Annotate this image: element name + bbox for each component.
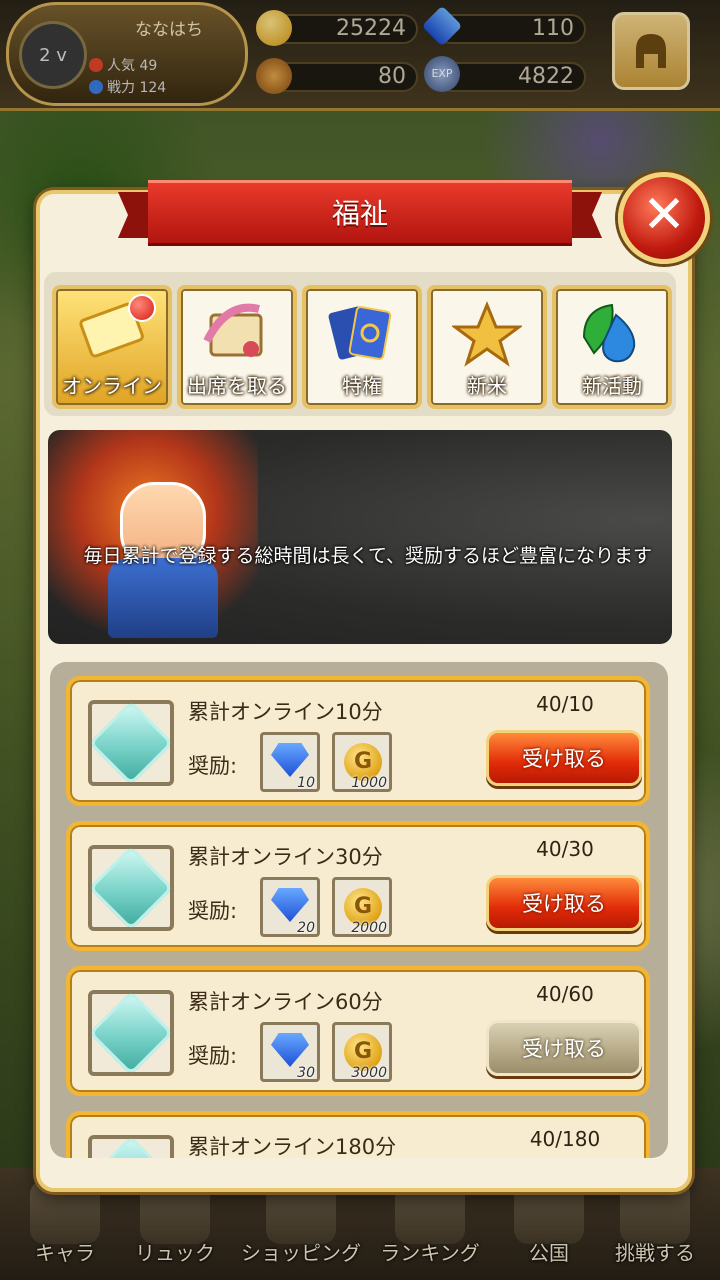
reward-title: 累計オンライン30分 <box>188 845 383 869</box>
reward-title: 累計オンライン60分 <box>188 990 383 1014</box>
reward-quantity: 20 <box>297 920 315 936</box>
reward-quantity: 30 <box>297 1065 315 1081</box>
modal-title-ribbon: 福祉 <box>118 180 602 246</box>
reward-progress: 40/60 <box>536 982 594 1006</box>
leaf-drop-icon <box>576 301 648 381</box>
reward-quantity: 10 <box>297 775 315 791</box>
crystal-cube-icon <box>88 700 174 786</box>
banner-description: 毎日累計で登録する総時間は長くて、奨励するほど豊富になります <box>83 545 652 567</box>
diamond-icon <box>271 888 309 922</box>
reward-label: 奨励: <box>188 1044 238 1068</box>
claim-button-disabled[interactable]: 受け取る <box>486 1020 642 1076</box>
tab-new-event-label: 新活動 <box>582 374 642 398</box>
tab-privilege-label: 特権 <box>342 374 382 398</box>
tab-privilege[interactable]: 特権 <box>302 285 422 409</box>
reward-progress: 40/30 <box>536 837 594 861</box>
reward-item-diamond[interactable]: 20 <box>260 877 320 937</box>
close-button[interactable]: ✕ <box>618 172 710 264</box>
reward-title: 累計オンライン180分 <box>188 1135 397 1158</box>
reward-card: 累計オンライン60分 奨励: 30 G 3000 40/60 受け取る <box>66 966 650 1096</box>
reward-label: 奨励: <box>188 899 238 923</box>
reward-quantity: 2000 <box>351 920 387 936</box>
reward-item-gold[interactable]: G 2000 <box>332 877 392 937</box>
reward-progress: 40/10 <box>536 692 594 716</box>
tab-new-event[interactable]: 新活動 <box>552 285 672 409</box>
tab-attendance-label: 出席を取る <box>187 374 287 398</box>
reward-item-gold[interactable]: G 1000 <box>332 732 392 792</box>
crystal-cube-icon <box>88 990 174 1076</box>
modal-title: 福祉 <box>331 197 388 230</box>
reward-quantity: 1000 <box>351 775 387 791</box>
reward-item-diamond[interactable]: 30 <box>260 1022 320 1082</box>
reward-card: 累計オンライン10分 奨励: 10 G 1000 40/10 受け取る <box>66 676 650 806</box>
diamond-icon <box>271 1033 309 1067</box>
hero-character-illustration <box>48 430 258 644</box>
reward-card: 累計オンライン180分 40/180 <box>66 1111 650 1158</box>
reward-item-diamond[interactable]: 10 <box>260 732 320 792</box>
reward-label: 奨励: <box>188 754 238 778</box>
crystal-cube-icon <box>88 1135 174 1158</box>
diamond-icon <box>271 743 309 777</box>
crown-cards-icon <box>327 301 397 379</box>
reward-list[interactable]: 累計オンライン10分 奨励: 10 G 1000 40/10 受け取る 累計オン… <box>50 662 668 1158</box>
tab-online-label: オンライン <box>62 374 162 398</box>
reward-chest-thumb <box>88 700 174 786</box>
tab-newbie-label: 新米 <box>467 374 507 398</box>
close-icon: ✕ <box>642 185 686 245</box>
crystal-cube-icon <box>88 845 174 931</box>
reward-title: 累計オンライン10分 <box>188 700 383 724</box>
reward-chest-thumb <box>88 845 174 931</box>
scroll-quill-icon <box>197 301 277 379</box>
online-info-banner: 毎日累計で登録する総時間は長くて、奨励するほど豊富になります <box>48 430 672 644</box>
claim-button[interactable]: 受け取る <box>486 730 642 786</box>
tab-newbie[interactable]: 新米 <box>427 285 547 409</box>
claim-button[interactable]: 受け取る <box>486 875 642 931</box>
reward-quantity: 3000 <box>351 1065 387 1081</box>
tab-attendance[interactable]: 出席を取る <box>177 285 297 409</box>
reward-chest-thumb <box>88 1135 174 1158</box>
reward-item-gold[interactable]: G 3000 <box>332 1022 392 1082</box>
gold-star-icon <box>450 301 524 381</box>
reward-chest-thumb <box>88 990 174 1076</box>
notification-badge <box>128 294 156 322</box>
reward-card: 累計オンライン30分 奨励: 20 G 2000 40/30 受け取る <box>66 821 650 951</box>
reward-progress: 40/180 <box>529 1127 601 1151</box>
